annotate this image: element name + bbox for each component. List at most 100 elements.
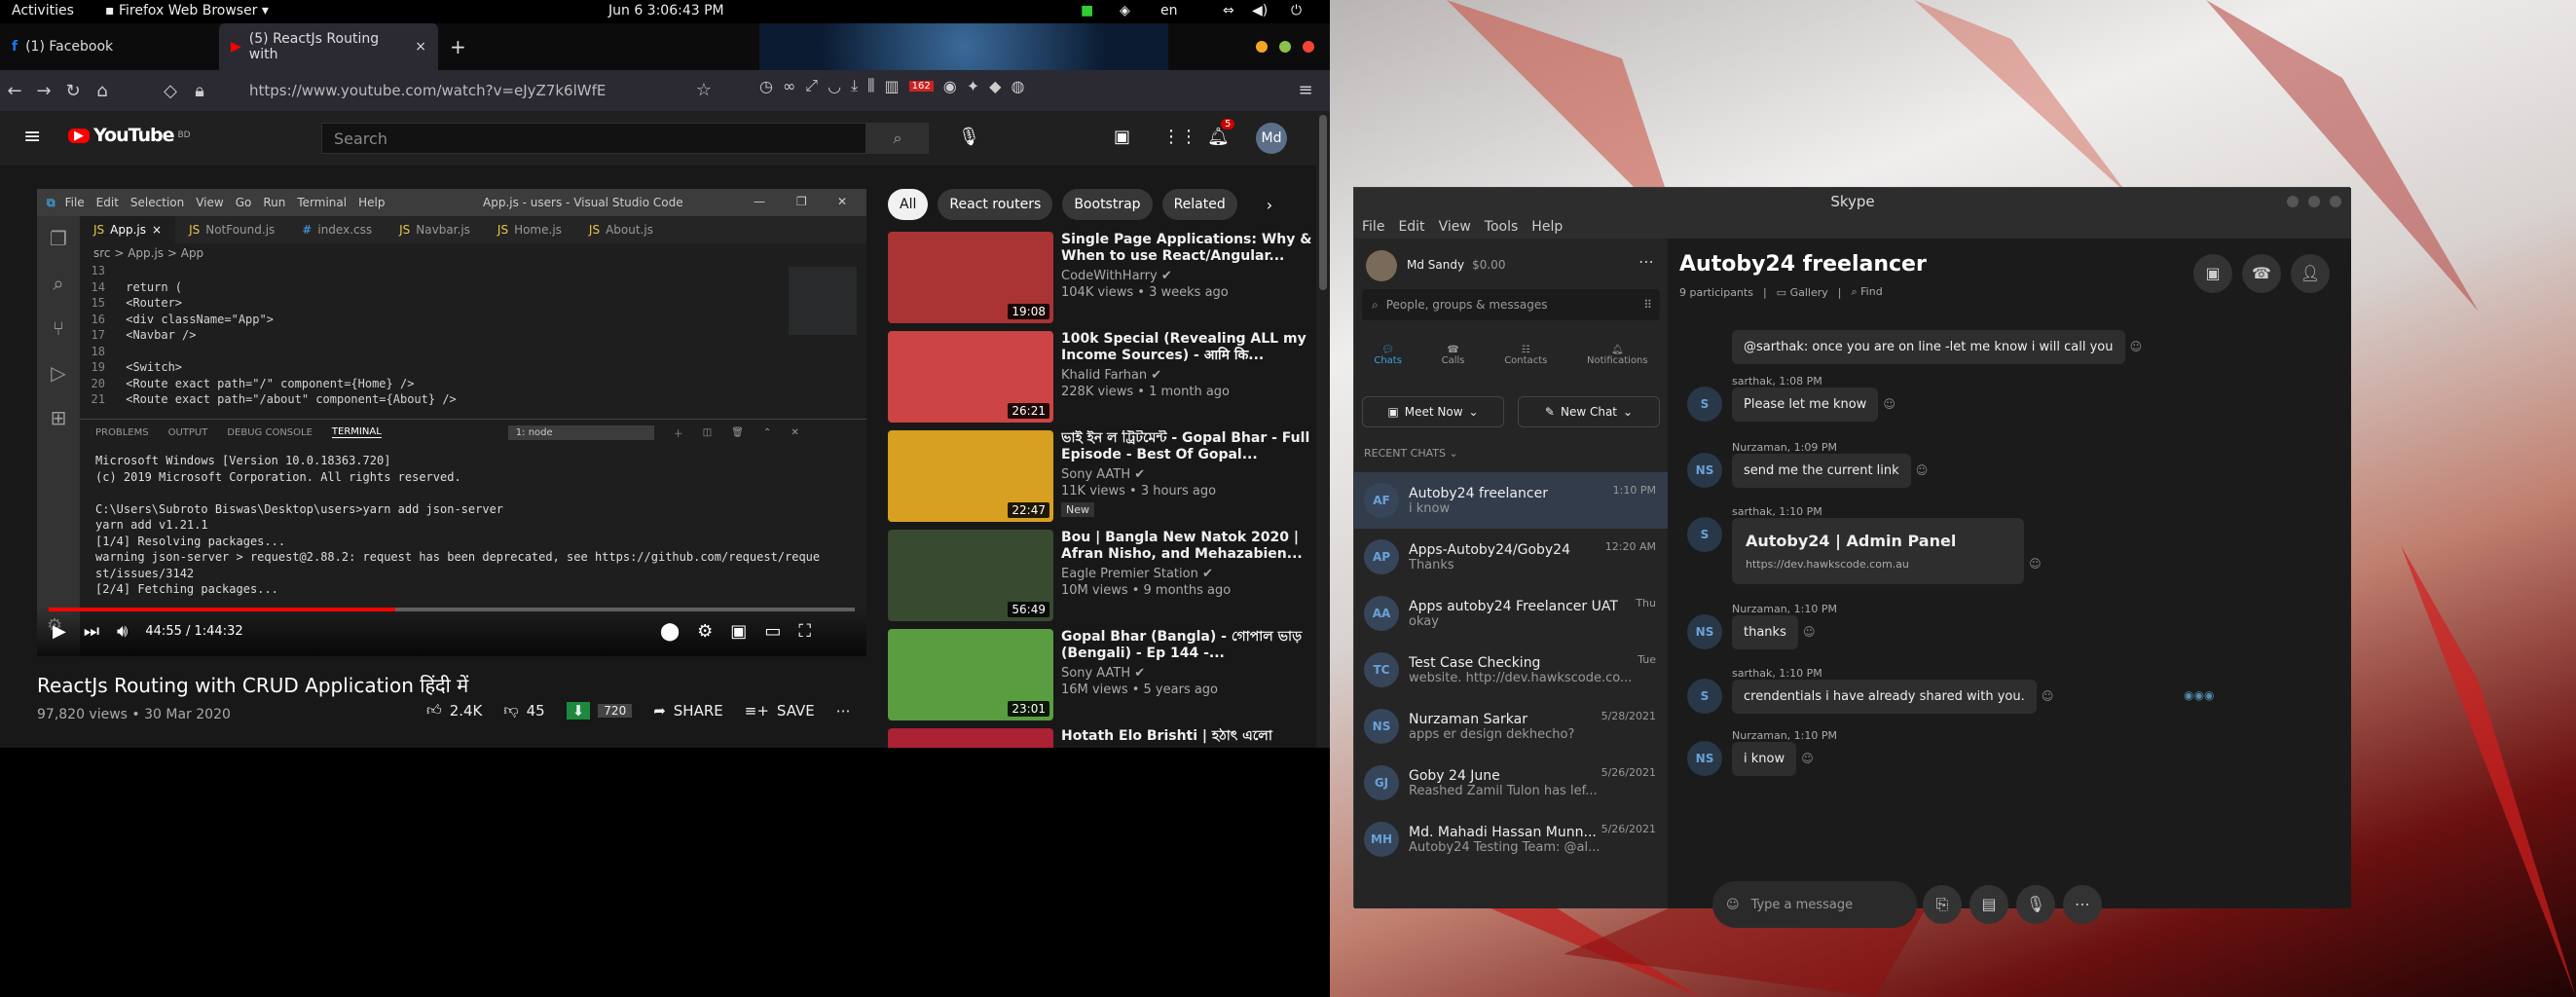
recent-chats-header[interactable]: RECENT CHATS ⌄ [1364,447,1458,460]
chat-list-item[interactable]: NS Nurzaman Sarkar apps er design dekhecho… [1354,698,1668,755]
recommendation-item[interactable]: 23:01 Gopal Bhar (Bangla) - গোপাল ভাড় (B… [888,629,1316,720]
volume-icon[interactable]: 🔊︎ [117,621,128,642]
channel-name[interactable]: CodeWithHarry ✔ [1061,269,1316,283]
settings-icon[interactable]: ⚙ [697,621,713,642]
nav-chats[interactable]: 💬︎ Chats [1374,345,1402,366]
participants-link[interactable]: 9 participants [1679,286,1753,299]
react-emoji-icon[interactable]: ☺ [2029,557,2042,571]
panel-tab-output[interactable]: OUTPUT [168,427,208,438]
menu-terminal[interactable]: Terminal [297,196,347,209]
vscode-tab-app[interactable]: JS App.js × [80,216,176,243]
recommendation-title[interactable]: ভাই ইন ল ট্রিটমেন্ট - Gopal Bhar - Full … [1061,430,1316,463]
add-people-button[interactable]: 👤︎ [2291,254,2330,293]
breadcrumb[interactable]: src > App.js > App [80,243,866,263]
profile-info[interactable]: Md Sandy $0.00 [1407,258,1505,272]
chat-list-item[interactable]: GJ Goby 24 June Reashed Zamil Tulon has le… [1354,755,1668,811]
extensions-icon[interactable]: ⊞ [37,395,80,440]
chat-list-item[interactable]: MH Md. Mahadi Hassan Munn... Autoby24 Test… [1354,811,1668,868]
terminal-select[interactable]: 1: node [507,425,654,440]
new-tab-button[interactable]: + [450,35,466,58]
apps-grid-icon[interactable]: ⋮⋮ [1162,127,1197,147]
menu-edit[interactable]: Edit [1398,219,1424,235]
forward-icon[interactable]: → [29,81,58,101]
menu-run[interactable]: Run [263,196,285,209]
react-emoji-icon[interactable]: ☺ [1883,397,1895,411]
sidebar-icon[interactable]: ▥ [885,77,900,95]
channel-name[interactable]: Sony AATH ✔ [1061,666,1316,681]
menu-help[interactable]: Help [1531,219,1563,235]
pocket-icon[interactable]: ◡ [828,77,841,95]
search-button[interactable]: ⌕ [866,123,929,154]
panel-tab-terminal[interactable]: TERMINAL [331,426,382,438]
chip-bootstrap[interactable]: Bootstrap [1062,189,1153,220]
clock[interactable]: Jun 6 3:06:43 PM [608,3,724,18]
chat-list-item[interactable]: TC Test Case Checking website. http://dev.… [1354,642,1668,698]
menu-edit[interactable]: Edit [96,196,119,209]
recommendation-item[interactable]: 56:49 Bou | Bangla New Natok 2020 | Afran… [888,530,1316,621]
menu-go[interactable]: Go [236,196,252,209]
microphone-icon[interactable]: 🎙︎ [958,127,980,147]
home-icon[interactable]: ⌂ [88,81,117,101]
react-emoji-icon[interactable]: ☺ [1803,625,1816,639]
notifications-bell-icon[interactable]: 🔔︎ [1207,127,1230,147]
panel-tab-problems[interactable]: PROBLEMS [95,427,149,438]
recommendation-title[interactable]: Single Page Applications: Why & When to … [1061,232,1316,265]
split-terminal-icon[interactable]: ◫ [703,427,712,438]
video-thumbnail[interactable]: 19:08 [888,232,1053,323]
attach-file-button[interactable]: ⎘ [1923,885,1962,924]
play-icon[interactable]: ▶ [53,621,66,642]
menu-selection[interactable]: Selection [130,196,184,209]
menu-view[interactable]: View [1439,219,1471,235]
chat-list-item[interactable]: AP Apps-Autoby24/Goby24 Thanks 12:20 AM [1354,529,1668,585]
activities-button[interactable]: Activities [12,3,74,18]
audio-call-button[interactable]: ☎ [2242,254,2281,293]
vscode-tab-home[interactable]: JS Home.js [484,216,575,243]
extension-badge[interactable]: 162 [908,80,934,92]
link-preview[interactable]: Autoby24 | Admin Panel https://dev.hawksc… [1732,518,2024,584]
contact-card-button[interactable]: ▤ [1969,885,2008,924]
close-tab-icon[interactable]: × [415,39,426,55]
message-input[interactable]: ☺ Type a message [1712,881,1917,928]
tray-icon[interactable]: ■ [1081,3,1093,18]
close-panel-icon[interactable]: ✕ [791,427,798,438]
video-call-button[interactable]: ▣ [2193,254,2232,293]
network-icon[interactable]: ⇔ [1223,3,1234,18]
recommendation-item[interactable]: 26:21 100k Special (Revealing ALL my Inco… [888,331,1316,423]
vscode-tab-indexcss[interactable]: # index.css [288,216,386,243]
recommendation-item[interactable]: 22:47 ভাই ইন ল ট্রিটমেন্ট - Gopal Bhar - … [888,430,1316,522]
vscode-tab-navbar[interactable]: JS Navbar.js [386,216,484,243]
message-bubble[interactable]: crendentials i have already shared with … [1732,680,2037,714]
close-window-button[interactable] [1303,41,1314,53]
conversation-title[interactable]: Autoby24 freelancer [1679,252,1927,277]
vscode-restore-icon[interactable]: ❐ [796,195,807,208]
recommendation-title[interactable]: 100k Special (Revealing ALL my Income So… [1061,331,1316,364]
recommendation-item[interactable]: 19:08 Single Page Applications: Why & Whe… [888,232,1316,323]
nav-contacts[interactable]: ☷ Contacts [1504,345,1547,366]
theater-icon[interactable]: ▭ [764,621,781,642]
trash-icon[interactable]: 🗑︎ [731,427,744,438]
gallery-link[interactable]: ▭ Gallery [1777,286,1828,299]
vscode-tab-about[interactable]: JS About.js [575,216,667,243]
hamburger-menu-icon[interactable]: ≡ [1291,80,1320,100]
minimize-button[interactable] [1256,41,1268,53]
channel-name[interactable]: Sony AATH ✔ [1061,467,1316,482]
message-bubble[interactable]: Please let me know [1732,388,1879,422]
next-icon[interactable]: ⏭ [84,621,99,642]
tab-facebook[interactable]: f (1) Facebook [0,23,219,70]
page-scrollbar[interactable] [1316,111,1330,748]
recommendation-title[interactable]: Gopal Bhar (Bangla) - গোপাল ভাড় (Bengal… [1061,629,1316,662]
new-chat-button[interactable]: ✎ New Chat ⌄ [1518,396,1660,427]
library-icon[interactable]: ⫼ [867,76,874,95]
shield-tray-icon[interactable]: ◈ [1120,3,1130,18]
url-bar[interactable]: https://www.youtube.com/watch?v=eJyZ7k6l… [249,76,814,105]
vscode-minimize-icon[interactable]: — [754,195,765,208]
create-video-icon[interactable]: ▣ [1114,127,1130,147]
tracking-shield-icon[interactable]: ◇ [156,81,185,101]
microphone-button[interactable]: 🎙︎ [2016,885,2055,924]
video-thumbnail[interactable]: 22:47 [888,430,1053,522]
history-icon[interactable]: ◷ [759,77,773,95]
video-player[interactable]: ⧉ File Edit Selection View Go Run Termin… [37,189,866,656]
extension-icon[interactable]: ◉ [943,77,957,95]
power-icon[interactable]: ⏻ [1291,3,1302,18]
avatar[interactable]: Md [1256,123,1287,154]
